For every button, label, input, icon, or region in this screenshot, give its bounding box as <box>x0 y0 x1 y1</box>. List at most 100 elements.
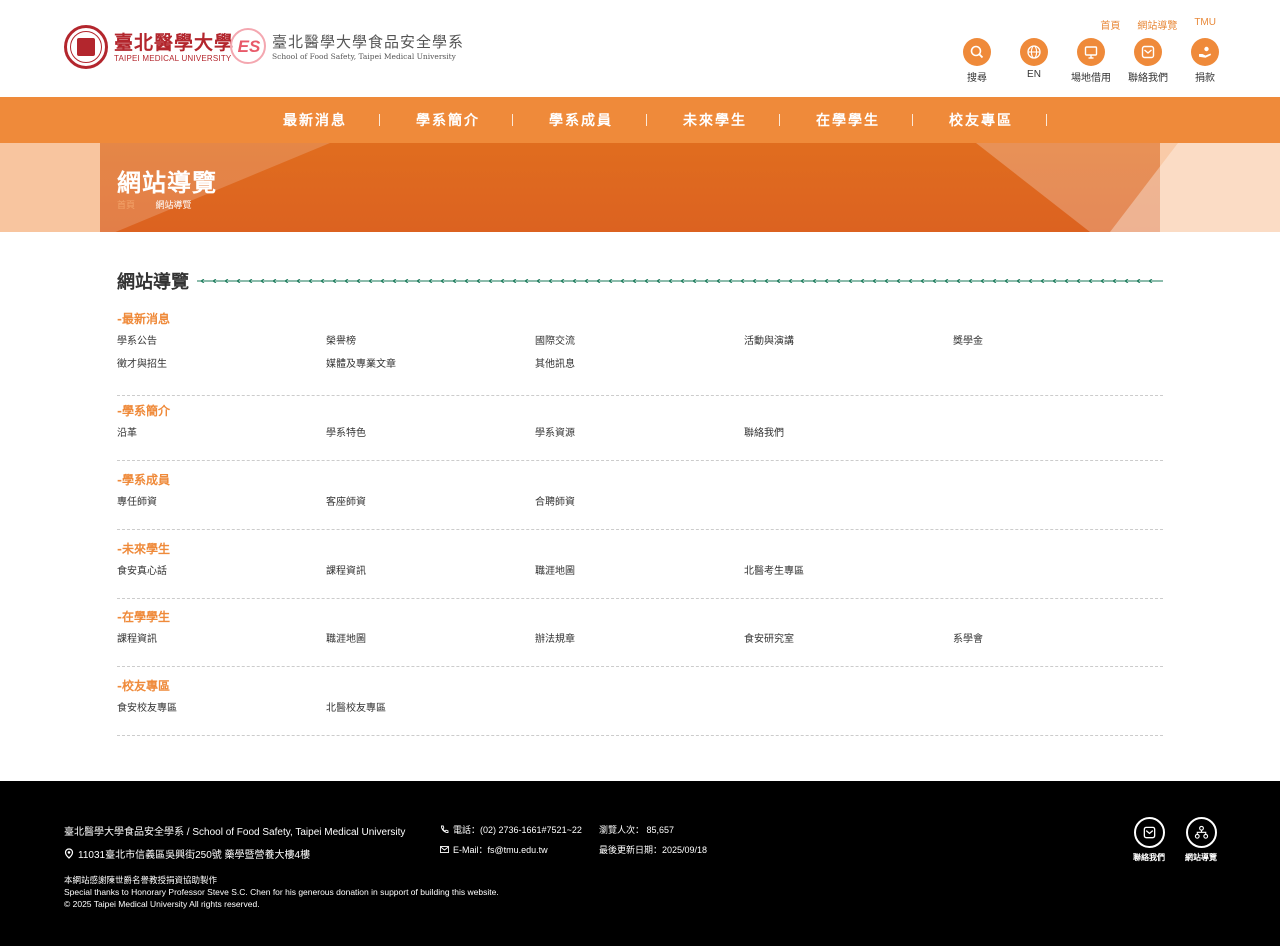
sitemap-link[interactable]: 職涯地圖 <box>326 633 535 656</box>
sitemap-link[interactable]: 徵才與招生 <box>117 358 326 381</box>
footer-button-label: 聯絡我們 <box>1133 853 1165 862</box>
footer-email-text[interactable]: E-Mail：fs@tmu.edu.tw <box>453 843 548 856</box>
sitemap-link[interactable]: 系學會 <box>953 633 1162 656</box>
footer-contact-button[interactable]: 聯絡我們 <box>1124 817 1174 863</box>
nav-item-about[interactable]: 學系簡介 <box>416 97 480 143</box>
sitemap-link[interactable]: 食安校友專區 <box>117 702 326 725</box>
quick-link-donate[interactable]: 捐款 <box>1175 38 1235 84</box>
mail-icon <box>1134 38 1162 66</box>
sitemap-group-title[interactable]: -最新消息 <box>117 311 1163 327</box>
sitemap-link[interactable]: 學系資源 <box>535 427 744 450</box>
page-title: 網站導覽 <box>117 170 217 197</box>
sitemap-link[interactable]: 客座師資 <box>326 496 535 519</box>
breadcrumb-home[interactable]: 首頁 <box>117 200 135 210</box>
footer-thanks-cn: 本網站感謝陳世爵名譽教授捐資協助製作 <box>64 875 218 885</box>
sitemap-link[interactable]: 學系公告 <box>117 335 326 358</box>
mail-icon <box>1133 817 1165 848</box>
tmu-seal-icon <box>64 25 108 69</box>
top-link-tmu[interactable]: TMU <box>1194 17 1216 32</box>
top-links: 首頁 網站導覽 TMU <box>1100 17 1216 32</box>
sitemap-group-title[interactable]: -學系簡介 <box>117 403 1163 419</box>
sitemap-group-title[interactable]: -校友專區 <box>117 678 1163 694</box>
sitemap-group-title[interactable]: -學系成員 <box>117 472 1163 488</box>
footer-thanks-en: Special thanks to Honorary Professor Ste… <box>64 887 499 897</box>
footer-button-label: 網站導覽 <box>1185 853 1217 862</box>
nav-item-alumni[interactable]: 校友專區 <box>949 97 1013 143</box>
sitemap-link[interactable]: 合聘師資 <box>535 496 744 519</box>
sitemap-link[interactable]: 食安研究室 <box>744 633 953 656</box>
nav-item-current[interactable]: 在學學生 <box>816 97 880 143</box>
footer-phone-text[interactable]: 電話：(02) 2736-1661#7521~22 <box>453 823 582 836</box>
quick-link-label: 搜尋 <box>967 73 987 84</box>
search-icon <box>963 38 991 66</box>
nav-divider <box>912 114 913 126</box>
sitemap-group: -在學學生課程資訊 職涯地圖 辦法規章 食安研究室 系學會 <box>117 609 1163 667</box>
sitemap-link[interactable]: 職涯地圖 <box>535 565 744 588</box>
sitemap-link[interactable]: 課程資訊 <box>117 633 326 656</box>
footer-phone: 電話：(02) 2736-1661#7521~22 <box>440 823 582 836</box>
top-link-home[interactable]: 首頁 <box>1100 17 1120 32</box>
sitemap-group-title[interactable]: -在學學生 <box>117 609 1163 625</box>
nav-divider <box>379 114 380 126</box>
sitemap-link[interactable]: 學系特色 <box>326 427 535 450</box>
breadcrumb: 首頁 網站導覽 <box>117 198 192 211</box>
quick-link-venue[interactable]: 場地借用 <box>1061 38 1121 84</box>
department-logo[interactable]: ES 臺北醫學大學食品安全學系 School of Food Safety, T… <box>230 28 464 64</box>
sitemap-group: -學系簡介沿革 學系特色 學系資源 聯絡我們 <box>117 403 1163 461</box>
food-safety-emblem-icon: ES <box>230 28 266 64</box>
sitemap-group: -校友專區食安校友專區 北醫校友專區 <box>117 678 1163 736</box>
nav-divider <box>646 114 647 126</box>
sitemap-link[interactable]: 專任師資 <box>117 496 326 519</box>
sitemap-link[interactable]: 活動與演講 <box>744 335 953 358</box>
donate-icon <box>1191 38 1219 66</box>
sitemap-title: 網站導覽 <box>117 272 189 292</box>
quick-link-english[interactable]: EN <box>1004 38 1064 80</box>
phone-icon <box>441 825 449 833</box>
nav-item-members[interactable]: 學系成員 <box>549 97 613 143</box>
sitemap-link[interactable]: 北醫校友專區 <box>326 702 535 725</box>
sitemap-link[interactable]: 國際交流 <box>535 335 744 358</box>
footer-copyright: © 2025 Taipei Medical University All rig… <box>64 899 260 909</box>
sitemap-group: -未來學生食安真心話 課程資訊 職涯地圖 北醫考生專區 <box>117 541 1163 599</box>
sitemap-link[interactable]: 榮譽榜 <box>326 335 535 358</box>
quick-link-label: 聯絡我們 <box>1128 73 1168 84</box>
department-name-en: School of Food Safety, Taipei Medical Un… <box>272 51 456 61</box>
footer-name: 臺北醫學大學食品安全學系 / School of Food Safety, Ta… <box>64 827 406 838</box>
globe-icon <box>1020 38 1048 66</box>
footer-email: E-Mail：fs@tmu.edu.tw <box>440 843 548 856</box>
site-header: 臺北醫學大學 TAIPEI MEDICAL UNIVERSITY ES 臺北醫學… <box>0 0 1280 97</box>
nav-divider <box>512 114 513 126</box>
decorative-arrow-line <box>197 279 1163 283</box>
nav-divider <box>779 114 780 126</box>
sitemap-group-title[interactable]: -未來學生 <box>117 541 1163 557</box>
sitemap-link[interactable]: 其他訊息 <box>535 358 744 381</box>
nav-item-news[interactable]: 最新消息 <box>283 97 347 143</box>
sitemap-link[interactable]: 聯絡我們 <box>744 427 953 450</box>
sitemap-link[interactable]: 辦法規章 <box>535 633 744 656</box>
top-link-sitemap[interactable]: 網站導覽 <box>1137 17 1177 32</box>
footer-last-updated: 最後更新日期：2025/09/18 <box>599 845 708 855</box>
envelope-icon <box>440 846 449 853</box>
sitemap-link[interactable]: 北醫考生專區 <box>744 565 953 588</box>
tmu-name-en: TAIPEI MEDICAL UNIVERSITY <box>114 53 232 63</box>
presentation-icon <box>1077 38 1105 66</box>
sitemap-link[interactable]: 媒體及專業文章 <box>326 358 535 381</box>
quick-link-label: 捐款 <box>1195 73 1215 84</box>
sitemap-link[interactable]: 食安真心話 <box>117 565 326 588</box>
footer-sitemap-button[interactable]: 網站導覽 <box>1176 817 1226 863</box>
nav-divider <box>1046 114 1047 126</box>
quick-link-label: 場地借用 <box>1071 73 1111 84</box>
department-name-cn: 臺北醫學大學食品安全學系 <box>272 32 465 51</box>
sitemap-link[interactable]: 課程資訊 <box>326 565 535 588</box>
tmu-logo[interactable]: 臺北醫學大學 TAIPEI MEDICAL UNIVERSITY <box>64 25 234 69</box>
sitemap-link[interactable]: 沿革 <box>117 427 326 450</box>
nav-item-prospective[interactable]: 未來學生 <box>683 97 747 143</box>
site-footer: 臺北醫學大學食品安全學系 / School of Food Safety, Ta… <box>0 781 1280 946</box>
footer-address-text: 11031臺北市信義區吳興街250號 藥學暨營養大樓4樓 <box>78 850 311 861</box>
main-nav: 最新消息 學系簡介 學系成員 未來學生 在學學生 校友專區 <box>0 97 1280 143</box>
quick-link-contact[interactable]: 聯絡我們 <box>1118 38 1178 84</box>
sitemap-link[interactable]: 獎學金 <box>953 335 1162 358</box>
quick-link-label: EN <box>1027 69 1041 80</box>
breadcrumb-current: 網站導覽 <box>155 200 192 210</box>
quick-link-search[interactable]: 搜尋 <box>947 38 1007 84</box>
